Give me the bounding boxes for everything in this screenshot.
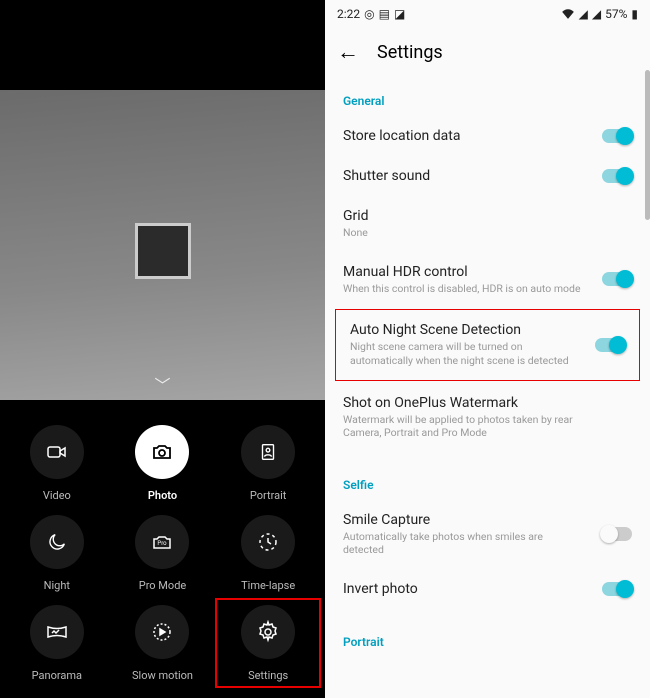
setting-subtitle: Watermark will be applied to photos take… xyxy=(343,413,584,440)
setting-subtitle: None xyxy=(343,226,584,240)
status-bar: 2:22 ◎ ▤ ◪ ◢ ◢ 57% ▮ xyxy=(325,0,650,28)
toggle-smile[interactable] xyxy=(602,527,632,541)
battery-percent: 57% xyxy=(605,7,627,21)
chevron-down-icon[interactable]: ﹀ xyxy=(154,372,170,396)
setting-watermark[interactable]: Shot on OnePlus Watermark Watermark will… xyxy=(329,383,646,452)
setting-title: Smile Capture xyxy=(343,512,584,528)
mode-photo[interactable]: Photo xyxy=(110,418,216,508)
wifi-icon xyxy=(561,7,575,22)
gallery-icon: ▤ xyxy=(379,7,390,21)
toggle-location[interactable] xyxy=(602,129,632,143)
toggle-hdr[interactable] xyxy=(602,272,632,286)
mode-label: Video xyxy=(43,489,71,502)
svg-text:Pro: Pro xyxy=(158,540,168,547)
section-header-portrait: Portrait xyxy=(329,617,646,657)
setting-store-location[interactable]: Store location data xyxy=(329,116,646,156)
portrait-icon xyxy=(241,425,295,479)
signal-icon-2: ◢ xyxy=(592,7,601,21)
mode-label: Portrait xyxy=(250,489,287,502)
pro-icon: Pro xyxy=(135,515,189,569)
setting-invert-photo[interactable]: Invert photo xyxy=(329,569,646,609)
mode-panorama[interactable]: Panorama xyxy=(4,598,110,688)
settings-panel: 2:22 ◎ ▤ ◪ ◢ ◢ 57% ▮ ← Settings General … xyxy=(325,0,650,698)
battery-icon: ▮ xyxy=(631,7,638,21)
mode-pro[interactable]: Pro Pro Mode xyxy=(110,508,216,598)
setting-title: Grid xyxy=(343,208,584,224)
mode-label: Photo xyxy=(148,489,177,502)
moon-icon xyxy=(30,515,84,569)
camera-app-panel: ﹀ Video Photo Portrait Night xyxy=(0,0,325,698)
section-header-general: General xyxy=(329,76,646,116)
settings-scroll[interactable]: General Store location data Shutter soun… xyxy=(325,76,650,698)
mode-slowmotion[interactable]: Slow motion xyxy=(110,598,216,688)
video-icon xyxy=(30,425,84,479)
preview-image-detail xyxy=(135,223,191,279)
setting-title: Auto Night Scene Detection xyxy=(350,322,577,338)
mode-label: Settings xyxy=(248,669,288,682)
slowmotion-icon xyxy=(135,605,189,659)
app-bar: ← Settings xyxy=(325,28,650,76)
page-title: Settings xyxy=(377,42,443,63)
mode-settings[interactable]: Settings xyxy=(215,598,321,688)
mode-label: Panorama xyxy=(32,669,82,682)
setting-title: Manual HDR control xyxy=(343,264,584,280)
camera-mode-grid: Video Photo Portrait Night Pro Pro Mode xyxy=(0,400,325,698)
setting-title: Store location data xyxy=(343,128,584,144)
setting-smile-capture[interactable]: Smile Capture Automatically take photos … xyxy=(329,500,646,569)
mode-timelapse[interactable]: Time-lapse xyxy=(215,508,321,598)
mode-label: Pro Mode xyxy=(139,579,186,592)
setting-title: Shutter sound xyxy=(343,168,584,184)
setting-auto-night[interactable]: Auto Night Scene Detection Night scene c… xyxy=(336,310,639,379)
highlighted-setting: Auto Night Scene Detection Night scene c… xyxy=(335,309,640,380)
gear-icon xyxy=(241,605,295,659)
panorama-icon xyxy=(30,605,84,659)
status-time: 2:22 xyxy=(337,7,360,21)
mode-night[interactable]: Night xyxy=(4,508,110,598)
mode-label: Night xyxy=(44,579,70,592)
setting-title: Shot on OnePlus Watermark xyxy=(343,395,584,411)
scrollbar-thumb[interactable] xyxy=(645,70,650,220)
mode-label: Time-lapse xyxy=(241,579,295,592)
mode-portrait[interactable]: Portrait xyxy=(215,418,321,508)
setting-shutter-sound[interactable]: Shutter sound xyxy=(329,156,646,196)
setting-title: Invert photo xyxy=(343,581,584,597)
scrollbar[interactable] xyxy=(645,70,650,698)
setting-manual-hdr[interactable]: Manual HDR control When this control is … xyxy=(329,252,646,308)
notification-icon: ◪ xyxy=(394,7,405,21)
back-arrow-icon[interactable]: ← xyxy=(337,39,359,65)
toggle-invert[interactable] xyxy=(602,582,632,596)
mode-label: Slow motion xyxy=(132,669,193,682)
timelapse-icon xyxy=(241,515,295,569)
setting-subtitle: When this control is disabled, HDR is on… xyxy=(343,282,584,296)
toggle-auto-night[interactable] xyxy=(595,338,625,352)
setting-subtitle: Night scene camera will be turned on aut… xyxy=(350,340,577,367)
setting-subtitle: Automatically take photos when smiles ar… xyxy=(343,530,584,557)
camera-icon xyxy=(135,425,189,479)
signal-icon: ◢ xyxy=(579,7,588,21)
setting-grid[interactable]: Grid None xyxy=(329,196,646,252)
camera-viewfinder[interactable]: ﹀ xyxy=(0,90,325,400)
location-icon: ◎ xyxy=(364,7,374,21)
section-header-selfie: Selfie xyxy=(329,460,646,500)
toggle-shutter[interactable] xyxy=(602,169,632,183)
mode-video[interactable]: Video xyxy=(4,418,110,508)
